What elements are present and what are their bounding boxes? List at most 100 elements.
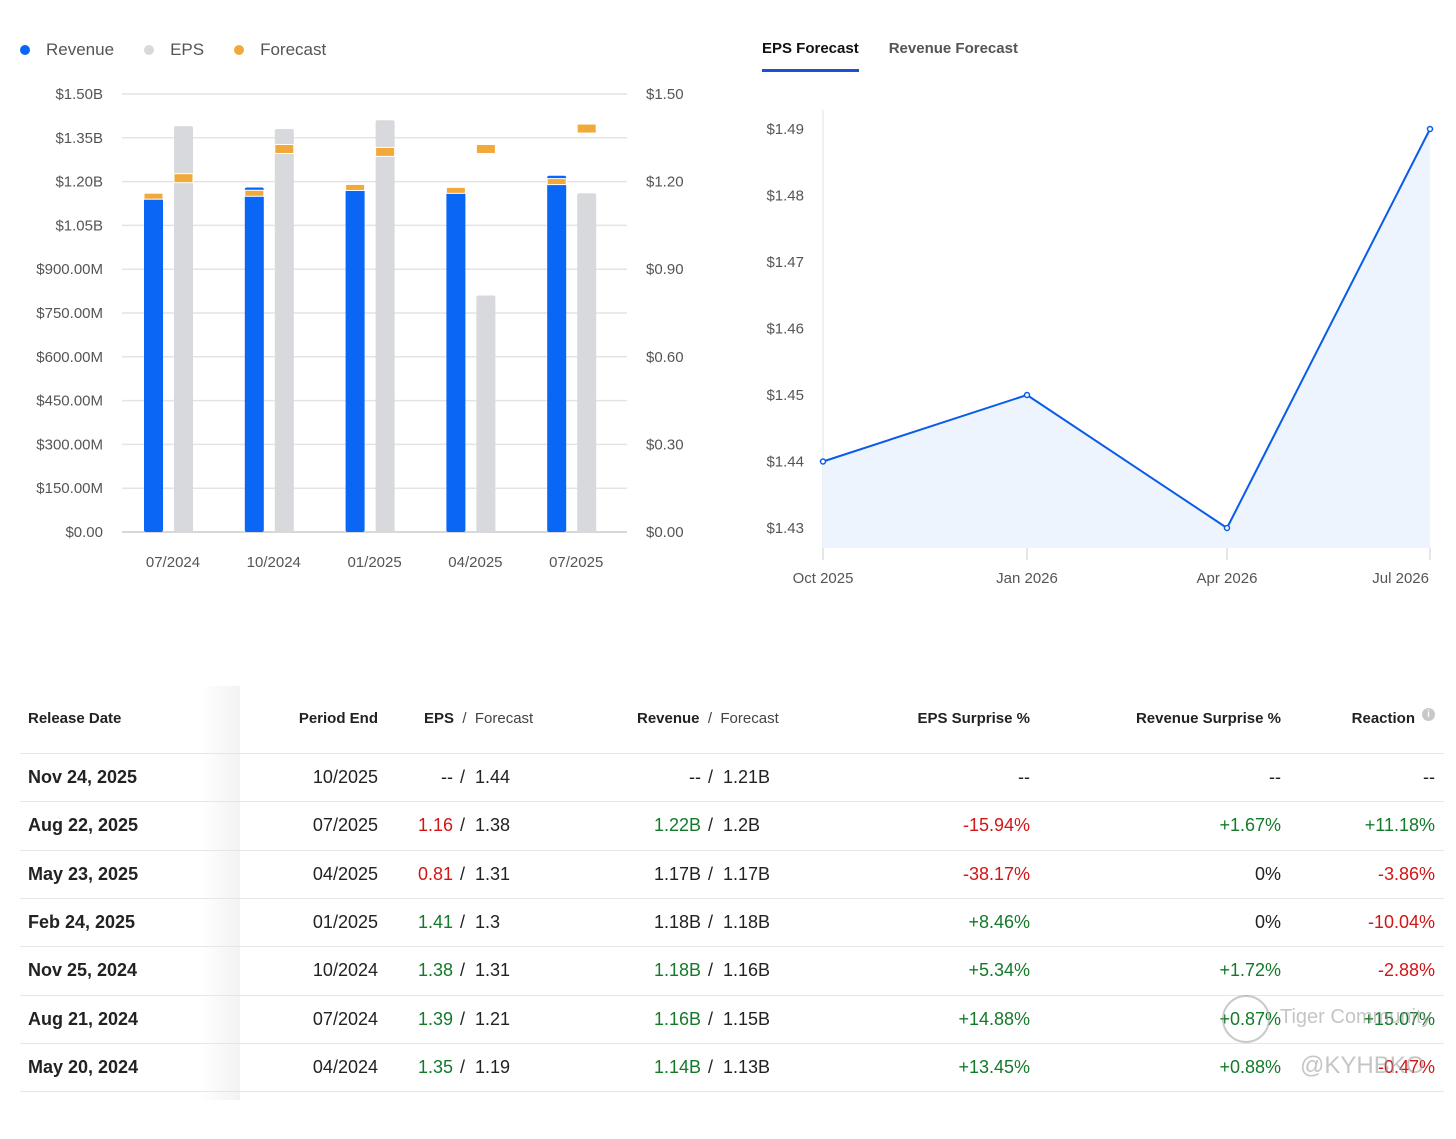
- revenue-forecast-mark: [546, 178, 567, 186]
- revenue-bar: [144, 193, 163, 532]
- revenue-forecast-value: 1.17B: [723, 863, 771, 884]
- table-row[interactable]: May 20, 2024 04/2024 1.35 / 1.19 1.14B /…: [20, 1042, 1444, 1091]
- eps-forecast-mark: [274, 143, 295, 154]
- eps-actual: 1.39: [417, 1008, 453, 1029]
- revenue-forecast-value: 1.16B: [723, 960, 771, 981]
- left-axis-tick: $1.50B: [55, 86, 103, 103]
- table-row[interactable]: Nov 25, 2024 10/2024 1.38 / 1.31 1.18B /…: [20, 946, 1444, 994]
- data-point: [1023, 391, 1031, 399]
- period-end: 01/2025: [312, 911, 378, 932]
- header-eps-forecast[interactable]: EPS / Forecast: [424, 710, 533, 727]
- x-axis-tick: 07/2024: [146, 554, 200, 571]
- release-date: May 20, 2024: [28, 1056, 139, 1077]
- eps-surprise: +14.88%: [958, 1008, 1030, 1029]
- left-axis-tick: $900.00M: [36, 261, 103, 278]
- revenue-forecast-mark: [345, 183, 366, 191]
- left-axis-tick: $450.00M: [36, 393, 103, 410]
- eps-forecast-value: 1.21: [475, 1008, 511, 1029]
- eps-actual: 1.41: [417, 911, 453, 932]
- revenue-forecast-value: 1.15B: [723, 1008, 771, 1029]
- right-axis-tick: $0.60: [646, 349, 684, 366]
- revenue-bar: [547, 175, 567, 532]
- eps-actual: --: [441, 767, 453, 787]
- release-date: Nov 24, 2025: [28, 767, 138, 787]
- eps-surprise: +8.46%: [968, 911, 1030, 932]
- x-axis-tick: 01/2025: [347, 554, 401, 571]
- tab-eps-forecast[interactable]: EPS Forecast: [762, 40, 859, 72]
- period-end: 07/2025: [312, 815, 378, 836]
- header-release-date[interactable]: Release Date: [28, 710, 121, 727]
- header-eps-surprise[interactable]: EPS Surprise %: [917, 710, 1030, 727]
- y-axis-tick: $1.44: [766, 454, 804, 471]
- header-reaction[interactable]: Reaction: [1352, 710, 1415, 727]
- eps-forecast-mark: [576, 123, 597, 134]
- revenue-surprise: 0%: [1254, 863, 1281, 884]
- revenue-bar: [446, 190, 466, 533]
- forecast-tabs: EPS Forecast Revenue Forecast: [762, 40, 1018, 72]
- reaction: +11.18%: [1364, 815, 1435, 836]
- eps-surprise: +13.45%: [958, 1056, 1030, 1077]
- header-rev-fc: Forecast: [720, 710, 779, 727]
- period-end: 04/2025: [312, 863, 378, 884]
- eps-surprise: -38.17%: [962, 863, 1030, 884]
- revenue-forecast-value: 1.18B: [723, 911, 771, 932]
- revenue-forecast: / 1.13B: [708, 1056, 771, 1077]
- reaction: +15.07%: [1363, 1008, 1435, 1029]
- release-date: Feb 24, 2025: [28, 911, 136, 932]
- eps-forecast-value: 1.31: [475, 863, 511, 884]
- header-revenue: Revenue: [637, 710, 700, 727]
- revenue-surprise: +1.72%: [1219, 960, 1281, 981]
- eps-bar: [375, 120, 395, 532]
- revenue-forecast: / 1.15B: [708, 1008, 771, 1029]
- revenue-actual: 1.14B: [653, 1056, 701, 1077]
- revenue-forecast-value: 1.21B: [723, 767, 771, 787]
- eps-surprise: +5.34%: [968, 960, 1030, 981]
- eps-forecast: / 1.21: [460, 1008, 511, 1029]
- revenue-forecast-mark: [445, 186, 466, 194]
- header-revenue-forecast[interactable]: Revenue / Forecast: [637, 710, 779, 727]
- separator: /: [707, 710, 713, 727]
- revenue-actual: 1.22B: [653, 815, 701, 836]
- eps-bar: [476, 295, 496, 532]
- left-axis-tick: $150.00M: [36, 480, 103, 497]
- x-axis-tick: Apr 2026: [1197, 570, 1258, 587]
- revenue-surprise: +1.67%: [1219, 815, 1281, 836]
- x-axis-tick: Jan 2026: [996, 570, 1058, 587]
- header-period-end[interactable]: Period End: [299, 710, 378, 727]
- table-row[interactable]: May 23, 2025 04/2025 0.81 / 1.31 1.17B /…: [20, 849, 1444, 898]
- left-axis-tick: $600.00M: [36, 349, 103, 366]
- eps-forecast: / 1.38: [460, 815, 511, 836]
- revenue-actual: 1.18B: [653, 960, 701, 981]
- eps-bar: [577, 193, 597, 532]
- y-axis-tick: $1.43: [766, 520, 804, 537]
- table-row[interactable]: Feb 24, 2025 01/2025 1.41 / 1.3 1.18B / …: [20, 897, 1444, 946]
- left-axis-tick: $750.00M: [36, 305, 103, 322]
- revenue-surprise: +0.88%: [1219, 1056, 1281, 1077]
- table-row[interactable]: Aug 22, 2025 07/2025 1.16 / 1.38 1.22B /…: [20, 801, 1444, 849]
- revenue-forecast: / 1.17B: [708, 863, 771, 884]
- revenue-actual: 1.18B: [653, 911, 701, 932]
- release-date: Aug 22, 2025: [28, 815, 139, 836]
- x-axis-tick: Jul 2026: [1372, 570, 1429, 587]
- eps-forecast-mark: [173, 173, 194, 184]
- eps-actual: 1.16: [417, 815, 453, 836]
- x-axis-tick: Oct 2025: [793, 570, 854, 587]
- revenue-surprise: --: [1269, 767, 1281, 787]
- right-axis-tick: $1.50: [646, 86, 684, 103]
- watermark-logo-icon: [1222, 995, 1270, 1043]
- table-row[interactable]: Nov 24, 2025 10/2025 -- / 1.44 -- / 1.21…: [20, 753, 1444, 801]
- header-revenue-surprise[interactable]: Revenue Surprise %: [1136, 710, 1281, 727]
- eps-forecast-value: 1.38: [475, 815, 511, 836]
- info-icon[interactable]: i: [1422, 708, 1435, 721]
- tab-revenue-forecast[interactable]: Revenue Forecast: [889, 40, 1018, 72]
- data-point: [819, 458, 827, 465]
- right-axis-tick: $0.30: [646, 436, 684, 453]
- table-bottom-border: [20, 1091, 1444, 1139]
- eps-forecast: / 1.3: [460, 911, 501, 932]
- period-end: 04/2024: [312, 1056, 378, 1077]
- revenue-bar: [345, 187, 365, 532]
- revenue-surprise: 0%: [1254, 911, 1281, 932]
- eps-actual: 1.35: [417, 1056, 453, 1077]
- revenue-actual: 1.16B: [653, 1008, 701, 1029]
- eps-surprise: -15.94%: [962, 815, 1030, 836]
